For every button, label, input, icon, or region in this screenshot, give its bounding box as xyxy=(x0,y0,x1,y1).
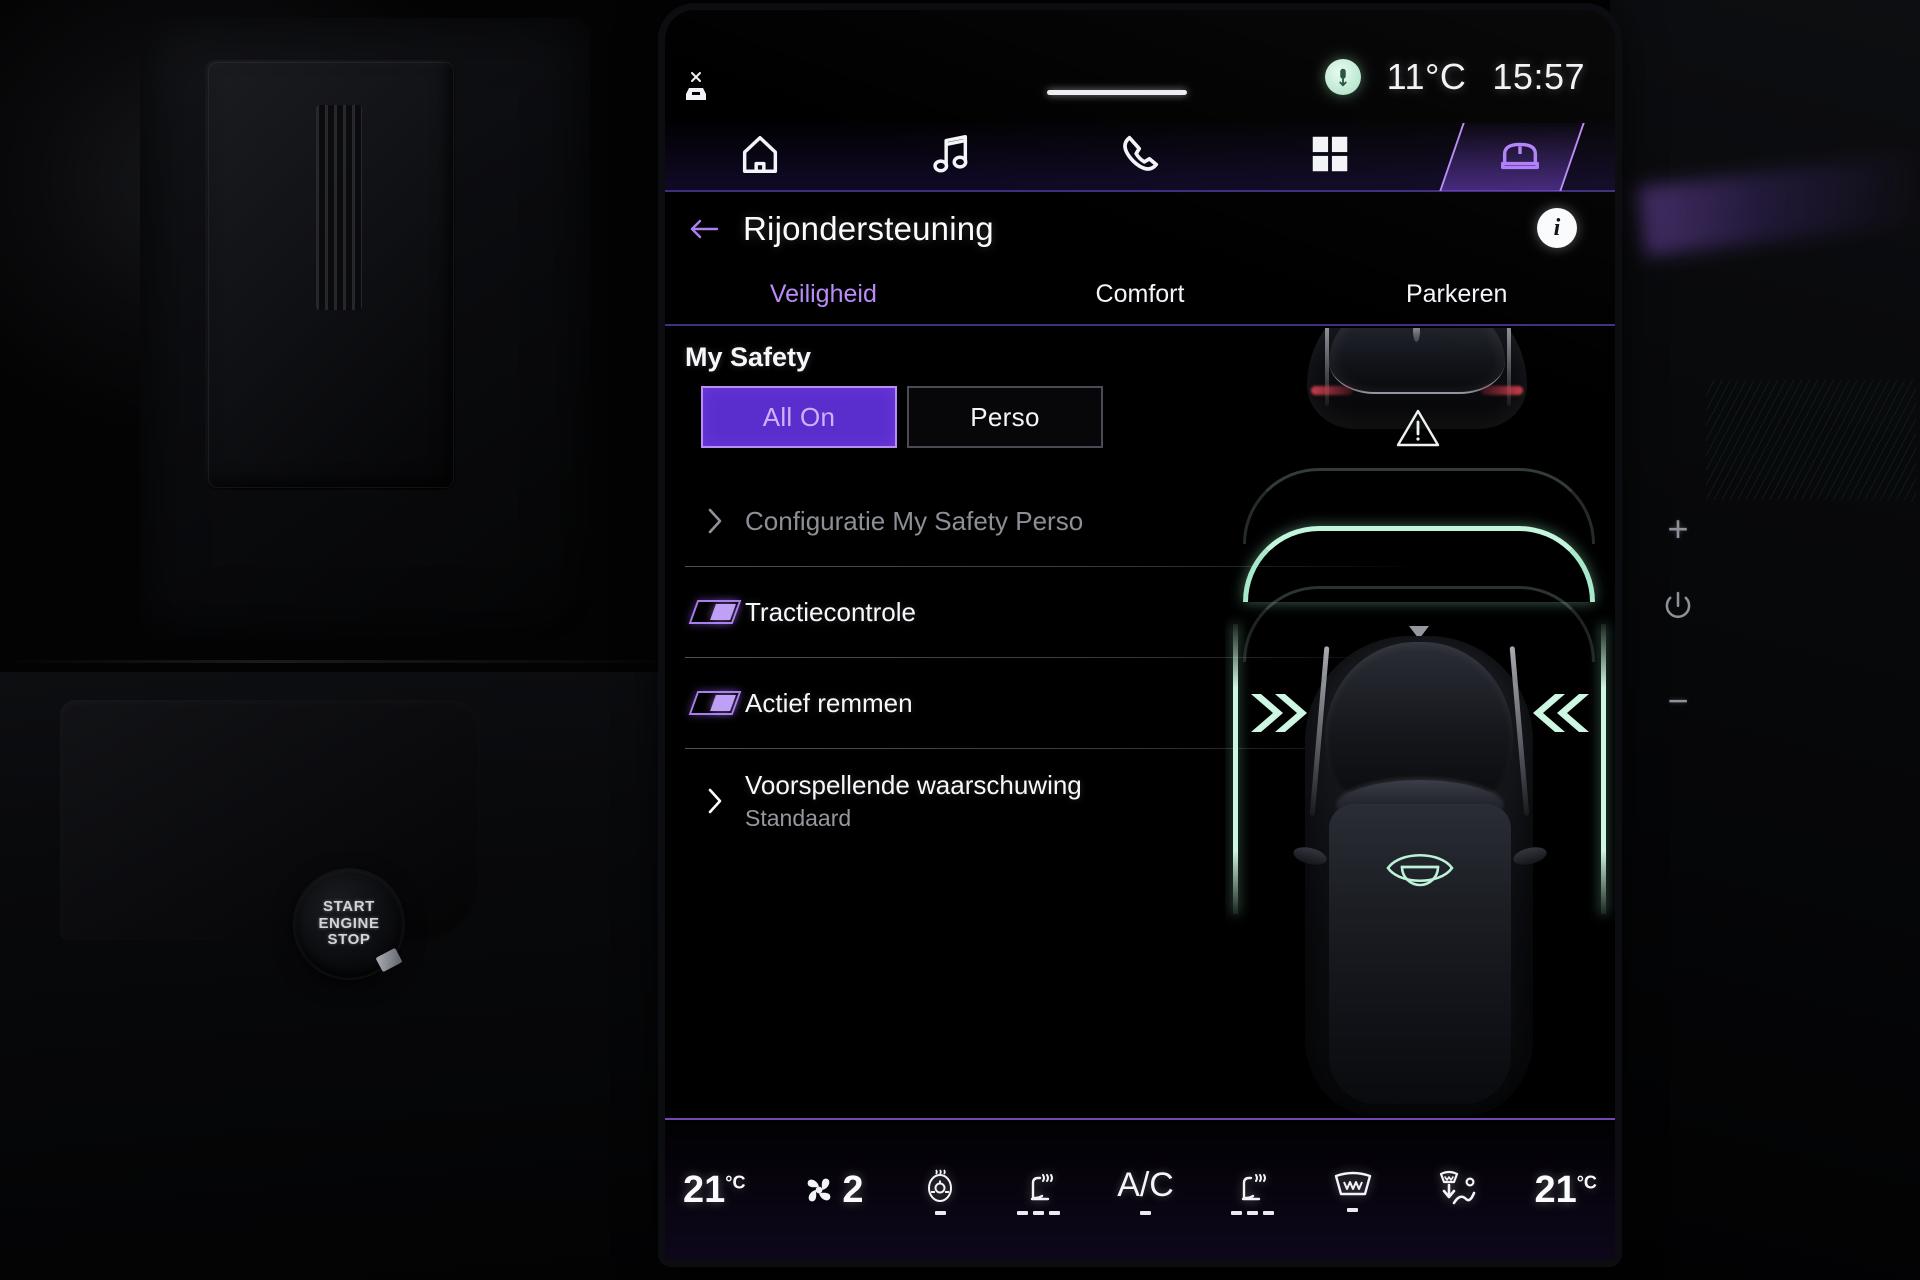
start-button-line3: STOP xyxy=(327,931,371,949)
tab-comfort[interactable]: Comfort xyxy=(982,263,1299,325)
driver-temperature[interactable]: 21°C xyxy=(683,1169,745,1212)
microphone-icon[interactable] xyxy=(1324,59,1361,95)
airflow-recirculate-icon xyxy=(1439,1170,1475,1205)
chevron-right-icon xyxy=(685,505,745,537)
volume-up-button[interactable]: + xyxy=(1648,508,1708,550)
air-vent-fins[interactable] xyxy=(316,105,362,310)
ac-button[interactable]: A/C xyxy=(1117,1166,1174,1215)
driver-temp-unit: °C xyxy=(725,1171,746,1192)
ac-label: A/C xyxy=(1117,1165,1174,1204)
fan-icon xyxy=(808,1178,831,1202)
passenger-seat-heater-button[interactable] xyxy=(1230,1165,1274,1215)
clock: 15:57 xyxy=(1492,56,1585,97)
start-button-line1: START xyxy=(323,897,375,915)
car-front-icon xyxy=(1501,142,1539,170)
segment-all-on[interactable]: All On xyxy=(701,386,897,448)
fan-speed-control[interactable]: 2 xyxy=(802,1168,864,1212)
list-item-sublabel: Standaard xyxy=(745,805,852,831)
dashboard-texture xyxy=(1706,380,1916,500)
infotainment-screen[interactable]: 11°C 15:57 Rijondersteuning i Veiligheid… xyxy=(665,10,1615,1260)
nav-item-media[interactable] xyxy=(885,117,1015,191)
dashboard-seam xyxy=(0,660,660,663)
list-item-label: Voorspellende waarschuwing xyxy=(745,770,1082,800)
power-button[interactable] xyxy=(1648,588,1708,648)
music-note-icon xyxy=(933,135,968,173)
passenger-seat-heat-level xyxy=(1230,1211,1274,1215)
toggle-knob xyxy=(710,695,736,711)
list-item-label: Tractiecontrole xyxy=(745,596,916,627)
fan-speed-value: 2 xyxy=(842,1168,864,1211)
back-button[interactable] xyxy=(665,214,743,244)
start-button-line2: ENGINE xyxy=(318,914,380,932)
tab-label: Veiligheid xyxy=(769,279,877,308)
drag-handle[interactable] xyxy=(1047,90,1187,95)
rear-defrost-level xyxy=(1347,1208,1359,1212)
rear-defrost-icon xyxy=(1334,1171,1371,1196)
car-no-key-icon xyxy=(682,70,712,104)
tab-label: Comfort xyxy=(1095,279,1185,308)
status-bar: 11°C 15:57 xyxy=(665,10,1615,120)
apps-grid-icon xyxy=(1312,136,1348,172)
driver-seat-heat-level xyxy=(1017,1211,1061,1215)
seat-heat-icon xyxy=(1242,1174,1267,1201)
seat-heat-icon xyxy=(1030,1174,1053,1201)
page-title: Rijondersteuning xyxy=(743,210,994,247)
ac-state-level xyxy=(1140,1210,1152,1215)
list-item-label: Configuratie My Safety Perso xyxy=(745,505,1084,536)
lead-vehicle-taillight-left xyxy=(1311,386,1353,395)
steering-wheel-heat-icon xyxy=(928,1169,953,1202)
tab-bar[interactable]: Veiligheid Comfort Parkeren xyxy=(665,264,1615,326)
power-icon xyxy=(1665,591,1691,618)
segment-perso[interactable]: Perso xyxy=(907,386,1103,448)
home-icon xyxy=(742,135,778,173)
list-item-label: Actief remmen xyxy=(745,687,913,718)
passenger-temperature[interactable]: 21°C xyxy=(1534,1169,1596,1212)
toggle-knob xyxy=(710,604,736,620)
tab-veiligheid[interactable]: Veiligheid xyxy=(665,263,982,325)
lane-marking-left xyxy=(1233,624,1238,914)
passenger-temp-unit: °C xyxy=(1576,1171,1597,1192)
dashboard-scene: START ENGINE STOP + − 11°C 15:57 Rijonde… xyxy=(0,0,1920,1280)
phone-handset-icon xyxy=(1123,135,1159,171)
heated-steering-level xyxy=(934,1211,946,1215)
passenger-temp-value: 21 xyxy=(1534,1168,1577,1211)
outside-temperature: 11°C xyxy=(1386,56,1467,97)
tab-label: Parkeren xyxy=(1405,279,1508,308)
air-recirculation-button[interactable] xyxy=(1432,1169,1478,1211)
warning-triangle-icon xyxy=(1395,406,1441,450)
volume-down-button[interactable]: − xyxy=(1648,680,1708,722)
camera-eye-icon xyxy=(1382,846,1458,890)
dashboard-lower-ridge xyxy=(60,700,480,940)
page-header: Rijondersteuning i xyxy=(665,194,1615,264)
nav-item-apps[interactable] xyxy=(1265,117,1395,191)
nav-item-home[interactable] xyxy=(695,117,825,191)
nav-item-vehicle[interactable] xyxy=(1455,117,1585,191)
rear-defrost-button[interactable] xyxy=(1331,1168,1375,1212)
heated-steering-wheel-button[interactable] xyxy=(920,1165,960,1215)
driving-assist-visualization xyxy=(1225,328,1615,1118)
lead-vehicle-taillight-right xyxy=(1481,386,1523,395)
dashboard-left-trim: START ENGINE STOP xyxy=(0,0,680,1280)
driver-seat-heater-button[interactable] xyxy=(1017,1165,1061,1215)
chevrons-left-icon xyxy=(1525,688,1593,738)
driver-temp-value: 21 xyxy=(683,1168,726,1211)
toggle-switch-icon[interactable] xyxy=(685,600,745,624)
arrow-left-icon xyxy=(690,219,719,239)
climate-control-bar[interactable]: 21°C 2 A/C 21°C xyxy=(665,1118,1615,1260)
my-safety-mode-selector[interactable]: All On Perso xyxy=(701,386,1103,448)
lane-marking-right xyxy=(1601,624,1606,914)
toggle-switch-icon[interactable] xyxy=(685,691,745,715)
section-title: My Safety xyxy=(685,342,812,372)
tab-parkeren[interactable]: Parkeren xyxy=(1298,263,1615,325)
nav-item-phone[interactable] xyxy=(1075,117,1205,191)
status-right-cluster: 11°C 15:57 xyxy=(1324,56,1585,98)
chevron-right-icon xyxy=(685,785,745,817)
main-navigation-bar[interactable] xyxy=(665,118,1615,192)
info-button[interactable]: i xyxy=(1537,208,1577,248)
